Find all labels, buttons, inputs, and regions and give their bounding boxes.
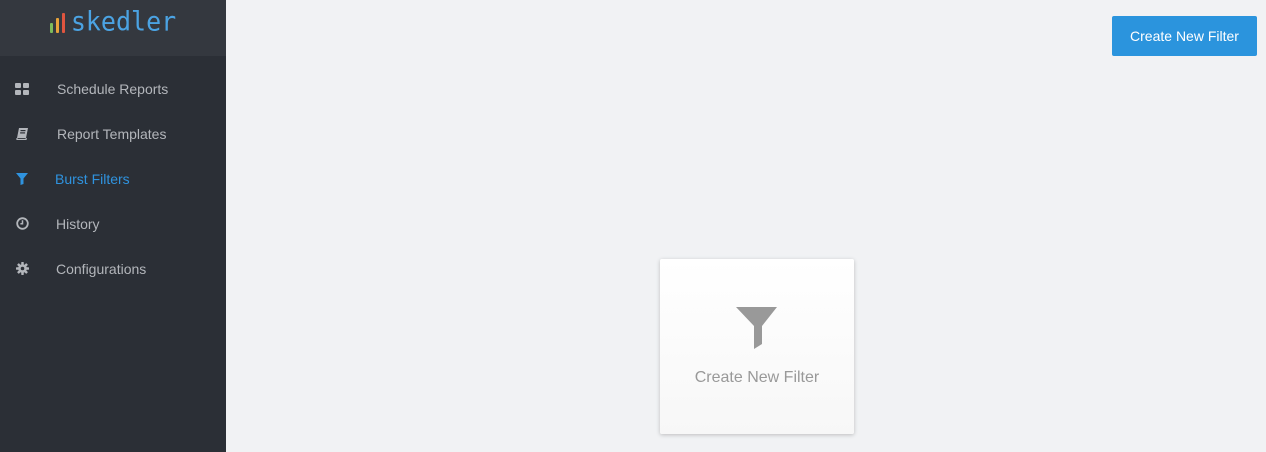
create-new-filter-button[interactable]: Create New Filter xyxy=(1112,16,1257,56)
logo-bar: skedler xyxy=(0,0,226,56)
dashboard-grid-icon xyxy=(14,81,30,97)
sidebar-item-label: History xyxy=(56,215,100,232)
gear-icon xyxy=(14,261,30,277)
sidebar: skedler Schedule Reports Report Template… xyxy=(0,0,226,452)
sidebar-item-burst-filters[interactable]: Burst Filters xyxy=(0,156,226,201)
sidebar-item-label: Report Templates xyxy=(57,125,167,142)
app-root: skedler Schedule Reports Report Template… xyxy=(0,0,1266,452)
create-new-filter-label: Create New Filter xyxy=(694,369,820,386)
sidebar-item-label: Burst Filters xyxy=(55,170,130,187)
sidebar-item-history[interactable]: History xyxy=(0,201,226,246)
filter-icon xyxy=(736,307,777,349)
sidebar-item-label: Configurations xyxy=(56,260,147,277)
filter-icon xyxy=(14,171,30,187)
logo-bars-icon xyxy=(49,13,65,35)
sidebar-item-schedule-reports[interactable]: Schedule Reports xyxy=(0,66,226,111)
sidebar-nav: Schedule Reports Report Templates Burst … xyxy=(0,66,226,291)
logo-text: skedler xyxy=(70,6,177,37)
sidebar-item-configurations[interactable]: Configurations xyxy=(0,246,226,291)
sidebar-item-report-templates[interactable]: Report Templates xyxy=(0,111,226,156)
main-content: Create New Filter Create New Filter xyxy=(226,0,1266,452)
book-icon xyxy=(14,126,30,142)
sidebar-item-label: Schedule Reports xyxy=(57,80,169,97)
skedler-logo[interactable]: skedler xyxy=(49,6,177,37)
create-new-filter-card[interactable]: Create New Filter xyxy=(660,259,854,434)
clock-icon xyxy=(14,216,30,232)
